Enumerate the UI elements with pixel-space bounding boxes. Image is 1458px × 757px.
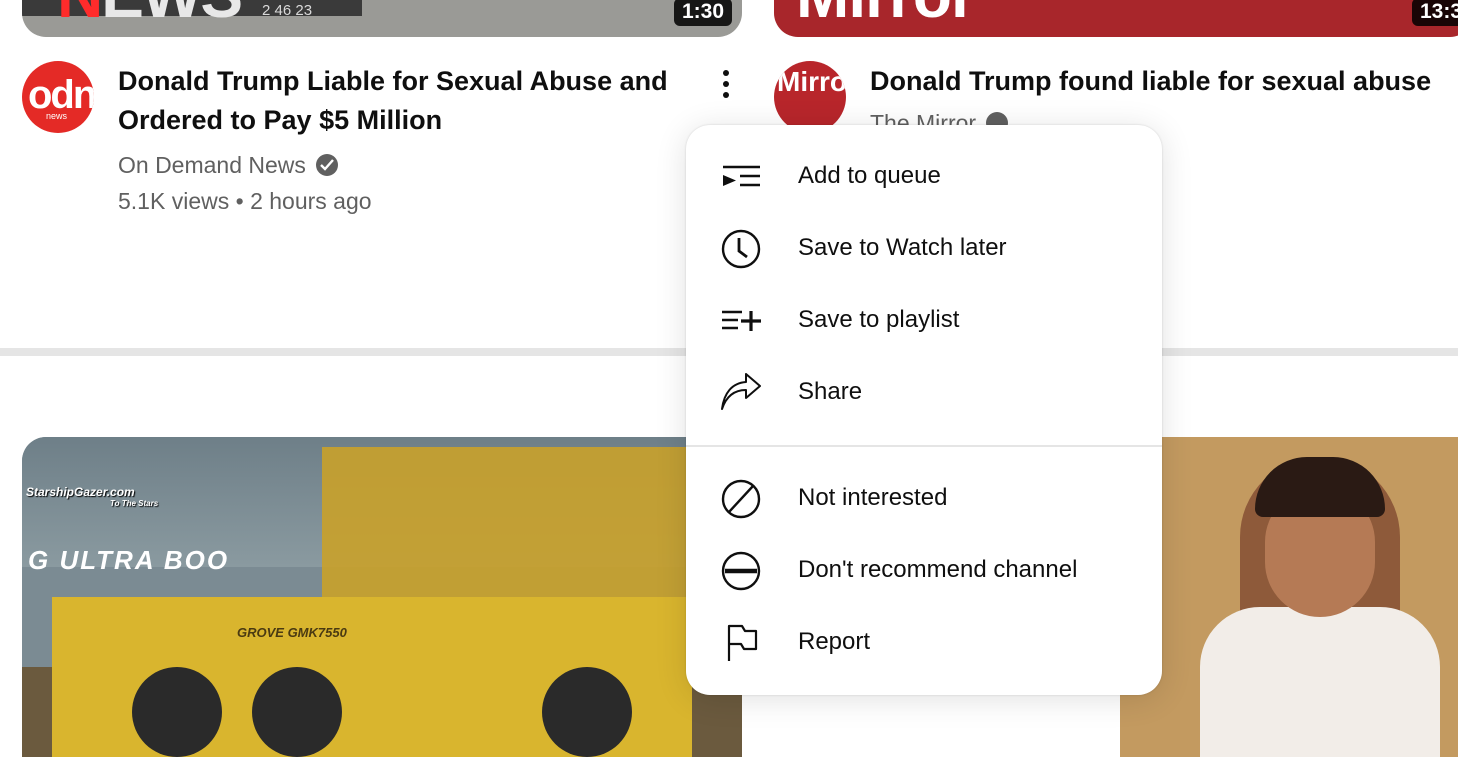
video-title[interactable]: Donald Trump found liable for sexual abu… — [870, 62, 1431, 101]
clock-icon — [721, 229, 761, 269]
channel-avatar[interactable]: Mirror — [774, 61, 846, 133]
thumbnail-timestamp: 2 46 23 — [262, 2, 313, 19]
menu-item-label: Don't recommend channel — [798, 556, 1078, 583]
truck-text: GROVE GMK7550 — [237, 625, 347, 640]
watermark-logo: StarshipGazer.com To The Stars — [26, 485, 158, 508]
video-stats: 5.1K views • 2 hours ago — [118, 188, 372, 215]
video-context-menu: Add to queue Save to Watch later Save to… — [686, 125, 1162, 695]
thumbnail-shirt — [1200, 607, 1440, 757]
video-title-line: Donald Trump Liable for Sexual Abuse and — [118, 66, 668, 96]
dot — [723, 92, 729, 98]
menu-item-share[interactable]: Share — [686, 357, 1162, 429]
thumbnail-overlay-text: G ULTRA BOO — [28, 545, 230, 575]
thumbnail-wheel — [542, 667, 632, 757]
dot-separator: • — [235, 188, 251, 214]
video-thumbnail[interactable] — [1120, 437, 1458, 757]
menu-item-label: Report — [798, 628, 871, 655]
channel-name[interactable]: On Demand News — [118, 152, 306, 178]
menu-item-report[interactable]: Report — [686, 607, 1162, 679]
block-icon — [721, 479, 761, 519]
watermark-subtext: To The Stars — [110, 499, 159, 508]
menu-item-label: Save to Watch later — [798, 234, 1007, 261]
duration-badge: 1:30 — [674, 0, 733, 26]
minus-circle-icon — [721, 551, 761, 591]
channel-name-row[interactable]: On Demand News — [118, 152, 338, 179]
thumbnail-wheel — [132, 667, 222, 757]
avatar-text: Mirror — [777, 66, 846, 97]
upload-age: 2 hours ago — [250, 188, 372, 214]
thumbnail-news-letter: N — [57, 0, 103, 31]
add-to-queue-icon — [723, 165, 760, 187]
menu-item-not-interested[interactable]: Not interested — [686, 463, 1162, 535]
menu-item-label: Add to queue — [798, 162, 941, 189]
menu-item-label: Save to playlist — [798, 306, 960, 333]
menu-item-save-to-playlist[interactable]: Save to playlist — [686, 285, 1162, 357]
thumbnail-wheel — [252, 667, 342, 757]
thumbnail-hair — [1255, 457, 1385, 517]
dot — [723, 81, 729, 87]
menu-divider — [686, 445, 1162, 447]
dot — [723, 70, 729, 76]
avatar-subtext: news — [46, 111, 68, 121]
menu-item-label: Not interested — [798, 484, 948, 511]
thumbnail-news-text: NEWS — [57, 0, 243, 27]
video-thumbnail[interactable]: Mirror 13:3 — [774, 0, 1458, 37]
verified-icon — [315, 154, 338, 176]
duration-badge: 13:3 — [1412, 0, 1458, 26]
watermark-text: StarshipGazer.com — [26, 485, 135, 499]
menu-item-watch-later[interactable]: Save to Watch later — [686, 213, 1162, 285]
video-thumbnail[interactable]: StarshipGazer.com To The Stars G ULTRA B… — [22, 437, 742, 757]
share-icon — [721, 373, 761, 410]
view-count: 5.1K views — [118, 188, 230, 214]
thumbnail-mirror-text: Mirror — [796, 0, 976, 27]
menu-item-label: Share — [798, 378, 863, 405]
menu-item-add-to-queue[interactable]: Add to queue — [686, 141, 1162, 213]
channel-avatar[interactable]: odn news — [22, 61, 94, 133]
menu-item-dont-recommend-channel[interactable]: Don't recommend channel — [686, 535, 1162, 607]
video-thumbnail[interactable]: NEWS 2 46 23 1:30 — [22, 0, 742, 37]
flag-icon — [727, 624, 758, 661]
playlist-add-icon — [722, 310, 761, 331]
video-title-line: Ordered to Pay $5 Million — [118, 105, 443, 135]
video-title[interactable]: Donald Trump Liable for Sexual Abuse and… — [118, 62, 668, 140]
more-actions-button[interactable] — [714, 66, 738, 106]
